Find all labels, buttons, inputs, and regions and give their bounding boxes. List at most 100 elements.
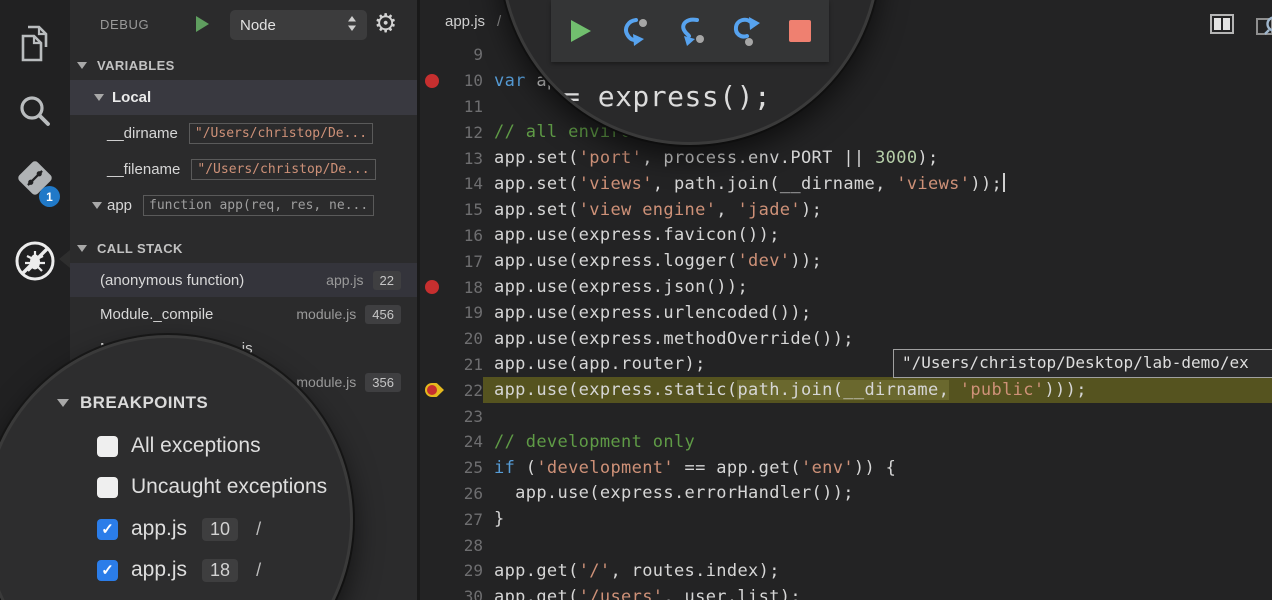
code-line[interactable]: 18app.use(express.json()); [420, 274, 1272, 300]
code-line[interactable]: 16app.use(express.favicon()); [420, 223, 1272, 249]
breakpoint-gutter[interactable] [420, 119, 447, 145]
variable-row[interactable]: __dirname"/Users/christop/De... [70, 115, 417, 151]
breakpoint-gutter[interactable] [420, 506, 447, 532]
code-line[interactable]: 13app.set('port', process.env.PORT || 30… [420, 145, 1272, 171]
breakpoint-gutter[interactable] [420, 94, 447, 120]
line-number[interactable]: 27 [447, 510, 483, 529]
breakpoint-gutter[interactable] [420, 352, 447, 378]
breakpoints-section-header[interactable]: BREAKPOINTS [57, 393, 208, 413]
code-line[interactable]: 29app.get('/', routes.index); [420, 558, 1272, 584]
checkbox[interactable]: ✓ [97, 519, 118, 540]
line-number[interactable]: 10 [447, 71, 483, 90]
files-icon[interactable] [0, 24, 70, 64]
code-line[interactable]: 23 [420, 403, 1272, 429]
code-line[interactable]: 12// all environments [420, 119, 1272, 145]
breakpoint-gutter[interactable] [420, 171, 447, 197]
variables-section-header[interactable]: VARIABLES [70, 50, 417, 80]
code-line[interactable]: 24// development only [420, 429, 1272, 455]
breakpoint-row[interactable]: ✓app.js18/ [97, 558, 261, 582]
call-stack-section-header[interactable]: CALL STACK [70, 233, 417, 263]
line-number[interactable]: 21 [447, 355, 483, 374]
gear-icon[interactable]: ⚙ [374, 8, 397, 38]
code-line[interactable]: 28 [420, 532, 1272, 558]
breakpoint-gutter[interactable] [420, 481, 447, 507]
breakpoint-gutter[interactable] [420, 68, 447, 94]
search-icon[interactable] [0, 92, 70, 132]
breakpoint-gutter[interactable] [420, 300, 447, 326]
code-line[interactable]: 26 app.use(express.errorHandler()); [420, 481, 1272, 507]
line-number[interactable]: 18 [447, 278, 483, 297]
sidebar-editor-divider[interactable] [417, 0, 420, 600]
line-number[interactable]: 24 [447, 432, 483, 451]
line-number[interactable]: 14 [447, 174, 483, 193]
breakpoint-row[interactable]: Uncaught exceptions [97, 475, 327, 499]
checkbox[interactable] [97, 436, 118, 457]
checkbox[interactable] [97, 477, 118, 498]
step-over-icon[interactable] [619, 15, 651, 47]
line-number[interactable]: 16 [447, 226, 483, 245]
breakpoint-gutter[interactable] [420, 223, 447, 249]
stop-icon[interactable] [787, 18, 813, 44]
code-line[interactable]: 22app.use(express.static(path.join(__dir… [420, 377, 1272, 403]
code-text: app.set('views', path.join(__dirname, 'v… [494, 173, 1272, 194]
line-number[interactable]: 23 [447, 407, 483, 426]
code-line[interactable]: 17app.use(express.logger('dev')); [420, 248, 1272, 274]
step-into-icon[interactable] [675, 15, 707, 47]
line-number[interactable]: 25 [447, 458, 483, 477]
breakpoint-gutter[interactable] [420, 248, 447, 274]
code-line[interactable]: 25if ('development' == app.get('env')) { [420, 455, 1272, 481]
line-number[interactable]: 20 [447, 329, 483, 348]
breakpoint-gutter[interactable] [420, 326, 447, 352]
split-editor-icon[interactable] [1210, 14, 1234, 39]
breakpoint-gutter[interactable] [420, 532, 447, 558]
scope-local-row[interactable]: Local [70, 80, 417, 115]
breakpoint-path: / [256, 519, 261, 540]
breakpoint-line-badge: 18 [202, 559, 238, 582]
call-stack-row[interactable]: Module._compilemodule.js456 [70, 297, 417, 331]
step-out-icon[interactable] [731, 15, 763, 47]
breakpoint-gutter[interactable] [420, 197, 447, 223]
line-number[interactable]: 22 [447, 381, 483, 400]
tab-filename[interactable]: app.js [445, 13, 485, 30]
code-line[interactable]: 15app.set('view engine', 'jade'); [420, 197, 1272, 223]
code-line[interactable]: 19app.use(express.urlencoded()); [420, 300, 1272, 326]
breakpoint-gutter[interactable] [420, 377, 447, 403]
line-number[interactable]: 17 [447, 252, 483, 271]
section-title: CALL STACK [97, 241, 183, 256]
breakpoint-gutter[interactable] [420, 145, 447, 171]
code-line[interactable]: 27} [420, 506, 1272, 532]
breakpoint-gutter[interactable] [420, 429, 447, 455]
breakpoint-row[interactable]: All exceptions [97, 434, 261, 458]
code-line[interactable]: 14 app.set('views', path.join(__dirname, … [420, 171, 1272, 197]
launch-config-select[interactable]: Node [230, 10, 367, 40]
line-number[interactable]: 9 [447, 45, 483, 64]
line-number[interactable]: 19 [447, 303, 483, 322]
breakpoint-gutter[interactable] [420, 42, 447, 68]
line-number[interactable]: 12 [447, 123, 483, 142]
git-icon[interactable]: 1 [0, 158, 70, 202]
line-number[interactable]: 26 [447, 484, 483, 503]
line-number[interactable]: 13 [447, 149, 483, 168]
line-number[interactable]: 30 [447, 587, 483, 600]
code-line[interactable]: 11 [420, 94, 1272, 120]
breakpoint-gutter[interactable] [420, 403, 447, 429]
line-number[interactable]: 29 [447, 561, 483, 580]
breakpoint-gutter[interactable] [420, 455, 447, 481]
breakpoint-gutter[interactable] [420, 558, 447, 584]
breakpoint-gutter[interactable] [420, 274, 447, 300]
editor-search-icon[interactable] [1256, 14, 1272, 43]
editor-pane: app.js / 910var app = express();1112// a… [420, 0, 1272, 600]
breakpoint-gutter[interactable] [420, 584, 447, 600]
start-debug-button[interactable] [194, 14, 211, 39]
checkbox[interactable]: ✓ [97, 560, 118, 581]
code-line[interactable]: 20app.use(express.methodOverride()); [420, 326, 1272, 352]
line-number[interactable]: 11 [447, 97, 483, 116]
call-stack-row[interactable]: (anonymous function)app.js22 [70, 263, 417, 297]
continue-icon[interactable] [565, 16, 595, 46]
breakpoint-row[interactable]: ✓app.js10/ [97, 517, 261, 541]
variable-row[interactable]: appfunction app(req, res, ne... [70, 187, 417, 223]
variable-row[interactable]: __filename"/Users/christop/De... [70, 151, 417, 187]
line-number[interactable]: 28 [447, 536, 483, 555]
line-number[interactable]: 15 [447, 200, 483, 219]
code-line[interactable]: 30app.get('/users', user.list); [420, 584, 1272, 600]
